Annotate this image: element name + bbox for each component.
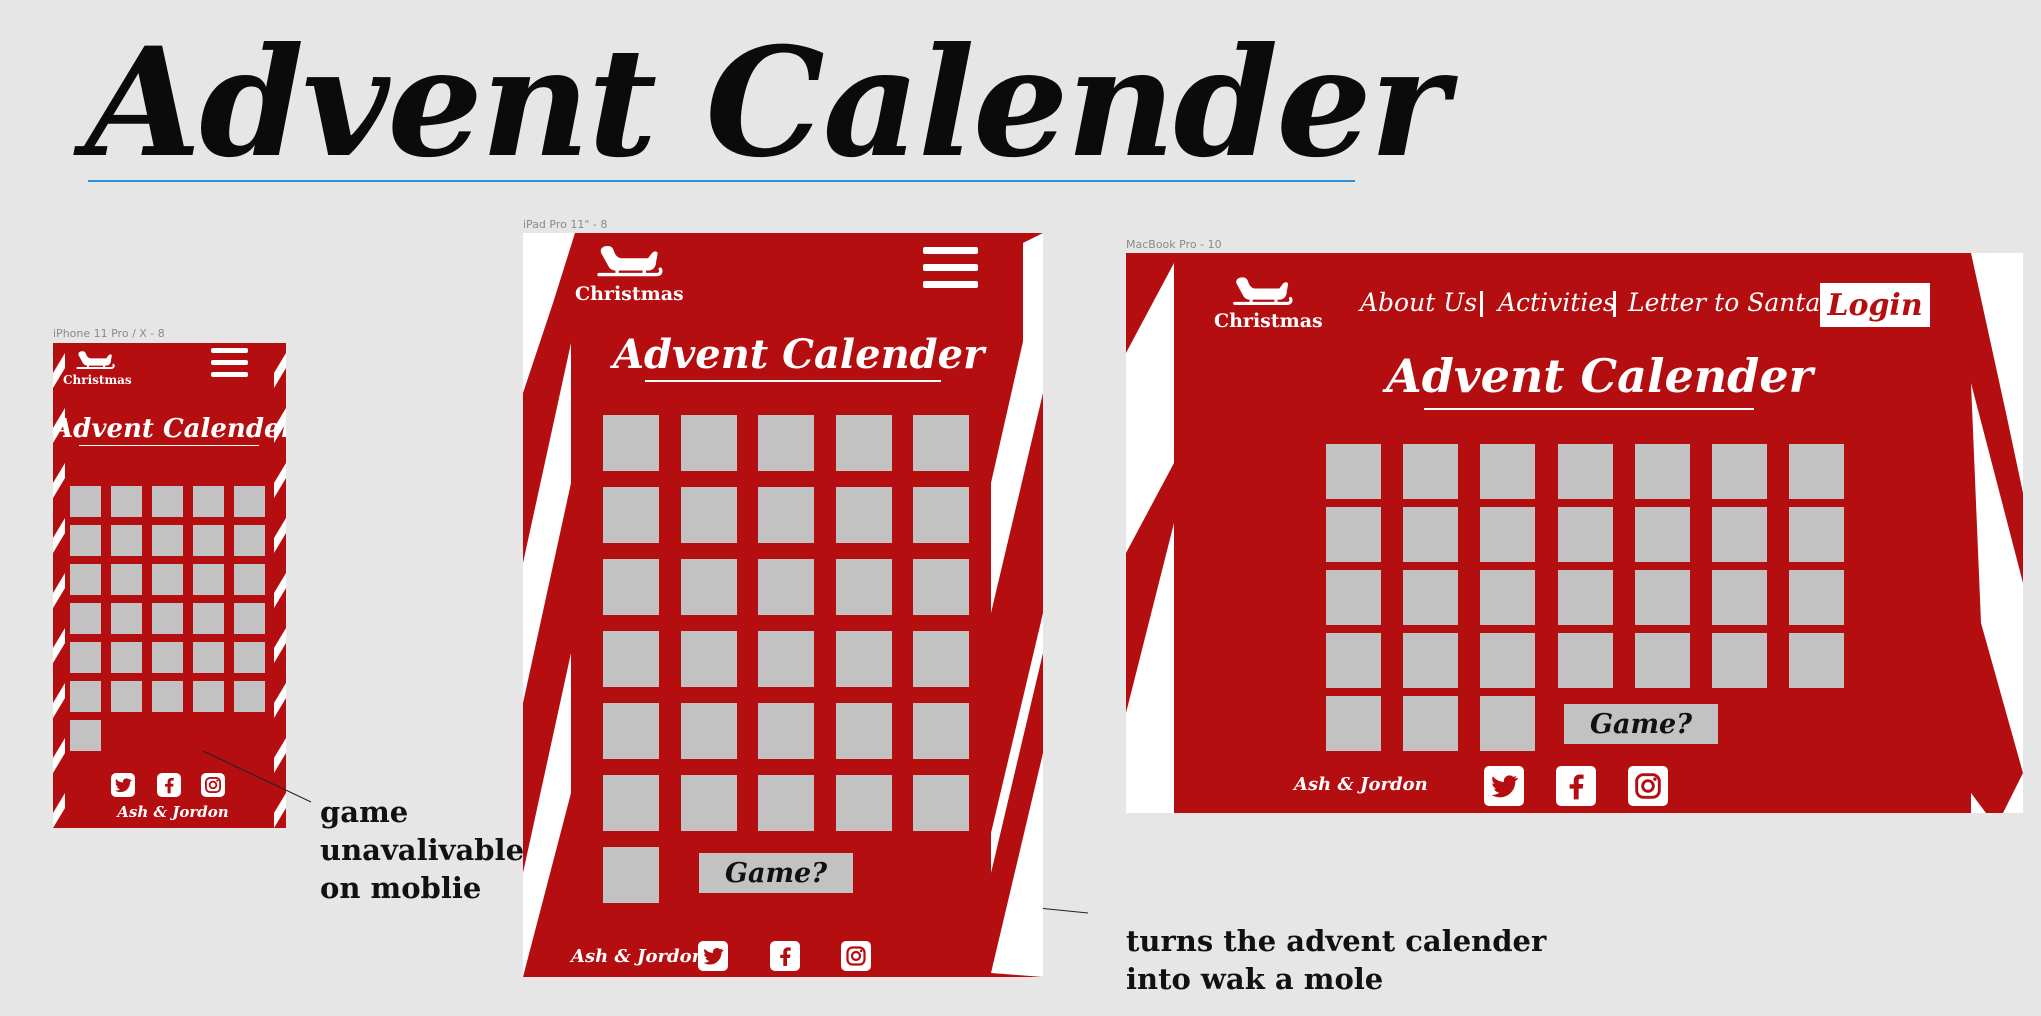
calendar-door[interactable] <box>1480 696 1536 751</box>
calendar-door[interactable] <box>1557 507 1613 562</box>
calendar-door[interactable] <box>835 631 892 687</box>
tablet-frame-label: iPad Pro 11" - 8 <box>523 218 608 231</box>
nav-separator <box>1613 291 1616 317</box>
twitter-icon[interactable] <box>698 941 728 971</box>
calendar-door[interactable] <box>680 631 737 687</box>
calendar-door[interactable] <box>603 775 659 831</box>
calendar-door[interactable] <box>603 847 659 903</box>
facebook-icon[interactable] <box>770 941 800 971</box>
desktop-frame: Christmas About Us Activities Letter to … <box>1126 253 2023 813</box>
calendar-door[interactable] <box>1326 696 1381 751</box>
calendar-door[interactable] <box>1712 633 1767 688</box>
game-button[interactable]: Game? <box>1564 704 1718 744</box>
calendar-door[interactable] <box>913 415 969 471</box>
twitter-icon[interactable] <box>1484 766 1524 806</box>
calendar-door[interactable] <box>603 559 659 615</box>
sleigh-logo-icon[interactable] <box>1231 271 1293 311</box>
calendar-door[interactable] <box>1480 570 1536 625</box>
calendar-door[interactable] <box>603 703 659 759</box>
calendar-door[interactable] <box>1712 570 1767 625</box>
facebook-icon[interactable] <box>1556 766 1596 806</box>
calendar-door[interactable] <box>680 703 737 759</box>
calendar-door[interactable] <box>1634 633 1690 688</box>
calendar-door[interactable] <box>1712 444 1767 499</box>
calendar-door[interactable] <box>835 415 892 471</box>
tablet-frame: Christmas Advent Calender Game? Ash & Jo… <box>523 233 1043 977</box>
calendar-door[interactable] <box>1326 570 1381 625</box>
calendar-door[interactable] <box>835 775 892 831</box>
calendar-door[interactable] <box>758 415 814 471</box>
calendar-door[interactable] <box>603 631 659 687</box>
calendar-door[interactable] <box>1634 444 1690 499</box>
hamburger-icon[interactable] <box>923 247 978 289</box>
calendar-door[interactable] <box>680 487 737 543</box>
calendar-door[interactable] <box>603 487 659 543</box>
calendar-door[interactable] <box>1480 633 1536 688</box>
calendar-door[interactable] <box>758 775 814 831</box>
mobile-note: game unavalivable on moblie <box>320 793 524 907</box>
nav-about-us[interactable]: About Us <box>1360 288 1477 317</box>
mobile-note-line: on moblie <box>320 871 482 905</box>
calendar-door[interactable] <box>680 559 737 615</box>
nav-separator <box>1480 291 1483 317</box>
calendar-door[interactable] <box>1789 507 1845 562</box>
calendar-door[interactable] <box>1634 570 1690 625</box>
footer-name: Ash & Jordon <box>1294 774 1428 795</box>
logo-text: Christmas <box>1214 310 1323 332</box>
nav-activities[interactable]: Activities <box>1498 288 1616 317</box>
advent-heading: Advent Calender <box>1386 349 1813 403</box>
calendar-door[interactable] <box>1326 633 1381 688</box>
game-button[interactable]: Game? <box>699 853 853 893</box>
calendar-door[interactable] <box>1712 507 1767 562</box>
calendar-door[interactable] <box>758 559 814 615</box>
calendar-door[interactable] <box>1403 696 1459 751</box>
calendar-door[interactable] <box>758 487 814 543</box>
calendar-door[interactable] <box>835 703 892 759</box>
calendar-door[interactable] <box>1557 444 1613 499</box>
instagram-icon[interactable] <box>1628 766 1668 806</box>
mobile-note-line: unavalivable <box>320 833 525 867</box>
calendar-door[interactable] <box>1403 444 1459 499</box>
calendar-door[interactable] <box>1403 570 1459 625</box>
calendar-door[interactable] <box>913 631 969 687</box>
calendar-door[interactable] <box>835 487 892 543</box>
footer-name: Ash & Jordon <box>571 946 705 967</box>
nav-letter-to-santa[interactable]: Letter to Santa <box>1628 288 1820 317</box>
calendar-door[interactable] <box>1403 633 1459 688</box>
calendar-door[interactable] <box>1326 444 1381 499</box>
logo-text: Christmas <box>575 283 684 305</box>
mobile-note-line: game <box>320 795 409 829</box>
calendar-door[interactable] <box>1789 570 1845 625</box>
calendar-door[interactable] <box>680 415 737 471</box>
calendar-door[interactable] <box>1480 507 1536 562</box>
calendar-door[interactable] <box>1480 444 1536 499</box>
heading-underline <box>645 380 941 382</box>
desktop-frame-label: MacBook Pro - 10 <box>1126 238 1222 251</box>
calendar-door[interactable] <box>1789 444 1845 499</box>
game-note-line: turns the advent calender <box>1126 924 1547 958</box>
mobile-annotation-line <box>202 750 312 803</box>
calendar-door[interactable] <box>835 559 892 615</box>
game-note: turns the advent calender into wak a mol… <box>1126 922 1546 998</box>
calendar-door[interactable] <box>603 415 659 471</box>
calendar-door[interactable] <box>1403 507 1459 562</box>
game-note-line: into wak a mole <box>1126 962 1384 996</box>
sleigh-logo-icon[interactable] <box>595 237 663 285</box>
calendar-door[interactable] <box>1557 570 1613 625</box>
calendar-door[interactable] <box>913 487 969 543</box>
calendar-door[interactable] <box>680 775 737 831</box>
heading-underline <box>1424 408 1754 410</box>
calendar-door[interactable] <box>758 703 814 759</box>
login-button[interactable]: Login <box>1820 283 1930 327</box>
calendar-door[interactable] <box>913 703 969 759</box>
calendar-door[interactable] <box>1557 633 1613 688</box>
calendar-door[interactable] <box>758 631 814 687</box>
advent-heading: Advent Calender <box>613 331 985 378</box>
instagram-icon[interactable] <box>841 941 871 971</box>
calendar-door[interactable] <box>1326 507 1381 562</box>
calendar-door[interactable] <box>913 775 969 831</box>
calendar-door[interactable] <box>1634 507 1690 562</box>
calendar-door[interactable] <box>1789 633 1845 688</box>
calendar-door[interactable] <box>913 559 969 615</box>
